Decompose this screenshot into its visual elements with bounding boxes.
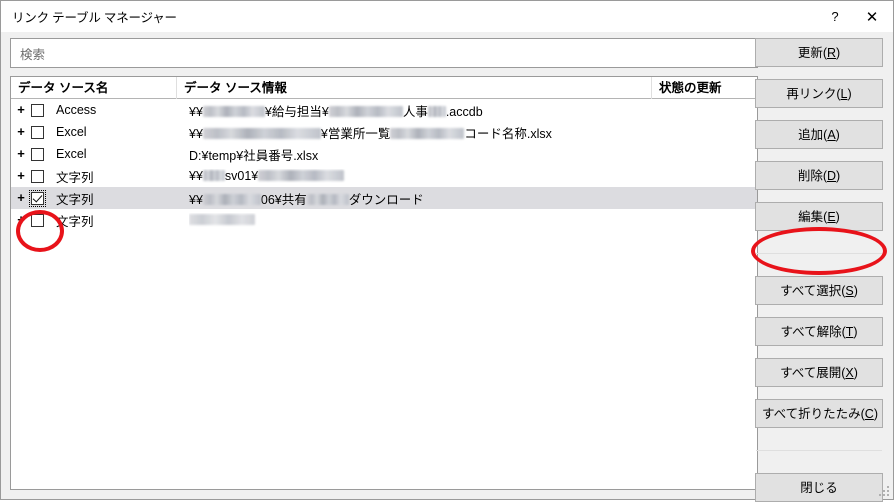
close-icon[interactable]: ✕ bbox=[851, 1, 893, 32]
resize-grip[interactable] bbox=[877, 484, 889, 496]
button-group-separator bbox=[756, 253, 882, 254]
cell-data-source-info: ¥¥ 06¥共有 ダウンロード bbox=[189, 189, 664, 208]
title-bar-buttons: ? ✕ bbox=[819, 1, 893, 32]
refresh-button[interactable]: 更新(R) bbox=[755, 38, 883, 67]
cell-data-source-name: 文字列 bbox=[56, 170, 94, 185]
add-button[interactable]: 追加(A) bbox=[755, 120, 883, 149]
deselect-all-button[interactable]: すべて解除(T) bbox=[755, 317, 883, 346]
row-checkbox[interactable] bbox=[31, 103, 44, 117]
info-text: ¥¥ bbox=[189, 192, 203, 207]
expand-icon[interactable]: + bbox=[11, 121, 31, 143]
expand-icon[interactable]: + bbox=[11, 187, 31, 209]
redacted-text bbox=[427, 105, 446, 117]
redacted-text bbox=[202, 193, 261, 205]
cell-data-source-name: Access bbox=[56, 103, 97, 117]
info-text: D:¥temp¥社員番号.xlsx bbox=[189, 148, 319, 163]
column-header-state[interactable]: 状態の更新 bbox=[651, 77, 757, 99]
info-text: ¥¥ bbox=[189, 126, 203, 141]
redacted-text bbox=[189, 214, 255, 226]
table-row[interactable]: + Excel D:¥temp¥社員番号.xlsx bbox=[11, 143, 757, 165]
close-button[interactable]: 閉じる bbox=[755, 473, 883, 502]
redacted-text bbox=[258, 170, 345, 182]
relink-button[interactable]: 再リンク(L) bbox=[755, 79, 883, 108]
info-text: 06¥共有 bbox=[260, 192, 307, 207]
dialog-body: 検索 データ ソース名 データ ソース情報 状態の更新 + Access ¥¥ ¥給与… bbox=[1, 32, 893, 502]
cell-data-source-info bbox=[189, 213, 664, 227]
redacted-text bbox=[202, 127, 321, 139]
info-text: ¥営業所一覧 bbox=[320, 126, 391, 141]
collapse-all-button[interactable]: すべて折りたたみ(C) bbox=[755, 399, 883, 428]
cell-data-source-info: ¥¥ ¥営業所一覧 コード名称.xlsx bbox=[189, 123, 664, 142]
cell-data-source-name: Excel bbox=[56, 125, 87, 139]
redacted-text bbox=[328, 105, 403, 117]
row-checkbox[interactable] bbox=[31, 125, 44, 139]
table-row[interactable]: + 文字列 bbox=[11, 209, 757, 231]
redacted-text bbox=[390, 127, 465, 139]
info-text: sv01¥ bbox=[224, 169, 259, 183]
info-text: ¥¥ bbox=[189, 169, 203, 183]
cell-data-source-info: D:¥temp¥社員番号.xlsx bbox=[189, 145, 664, 164]
edit-button[interactable]: 編集(E) bbox=[755, 202, 883, 231]
table-row[interactable]: + Excel ¥¥ ¥営業所一覧 コード名称.xlsx bbox=[11, 121, 757, 143]
cell-data-source-name: 文字列 bbox=[56, 192, 94, 207]
row-checkbox[interactable] bbox=[31, 169, 44, 183]
window-title: リンク テーブル マネージャー bbox=[12, 11, 177, 25]
select-all-button[interactable]: すべて選択(S) bbox=[755, 276, 883, 305]
table-row[interactable]: + 文字列 ¥¥ 06¥共有 ダウンロード bbox=[11, 187, 757, 209]
cell-data-source-name: 文字列 bbox=[56, 214, 94, 229]
help-icon[interactable]: ? bbox=[819, 1, 851, 32]
expand-all-button[interactable]: すべて展開(X) bbox=[755, 358, 883, 387]
info-text: 人事 bbox=[402, 104, 428, 119]
info-text: ¥¥ bbox=[189, 104, 203, 119]
button-panel: 更新(R) 再リンク(L) 追加(A) 削除(D) 編集(E) すべて選択(S) すべて解除… bbox=[755, 38, 885, 502]
row-checkbox[interactable] bbox=[31, 147, 44, 161]
column-header-name[interactable]: データ ソース名 bbox=[11, 77, 176, 99]
link-table-manager-dialog: リンク テーブル マネージャー ? ✕ 検索 データ ソース名 データ ソース情… bbox=[0, 0, 894, 502]
expand-icon[interactable]: + bbox=[11, 209, 31, 231]
cell-data-source-name: Excel bbox=[56, 147, 87, 161]
grid-rows: + Access ¥¥ ¥給与担当¥ 人事 .accdb + Excel ¥¥ ¥営業所一覧 コード… bbox=[11, 99, 757, 231]
redacted-text bbox=[202, 170, 225, 182]
redacted-text bbox=[306, 193, 349, 205]
data-source-grid: データ ソース名 データ ソース情報 状態の更新 + Access ¥¥ ¥給与担当¥… bbox=[10, 76, 758, 490]
row-checkbox[interactable] bbox=[29, 189, 46, 207]
expand-icon[interactable]: + bbox=[11, 143, 31, 165]
button-group-separator bbox=[756, 450, 882, 451]
info-text: .accdb bbox=[445, 104, 483, 119]
info-text: ¥給与担当¥ bbox=[264, 104, 329, 119]
column-header-info[interactable]: データ ソース情報 bbox=[176, 77, 651, 99]
info-text: コード名称.xlsx bbox=[464, 126, 552, 141]
table-row[interactable]: + Access ¥¥ ¥給与担当¥ 人事 .accdb bbox=[11, 99, 757, 121]
left-panel: 検索 データ ソース名 データ ソース情報 状態の更新 + Access ¥¥ ¥給与… bbox=[10, 38, 758, 490]
delete-button[interactable]: 削除(D) bbox=[755, 161, 883, 190]
table-row[interactable]: + 文字列 ¥¥ sv01¥ bbox=[11, 165, 757, 187]
redacted-text bbox=[202, 105, 265, 117]
row-checkbox[interactable] bbox=[31, 213, 44, 227]
cell-data-source-info: ¥¥ sv01¥ bbox=[189, 169, 664, 183]
expand-icon[interactable]: + bbox=[11, 99, 31, 121]
info-text: ダウンロード bbox=[348, 192, 424, 207]
title-bar: リンク テーブル マネージャー ? ✕ bbox=[1, 1, 893, 32]
expand-icon[interactable]: + bbox=[11, 165, 31, 187]
grid-header-row: データ ソース名 データ ソース情報 状態の更新 bbox=[11, 77, 757, 99]
search-input[interactable]: 検索 bbox=[10, 38, 758, 68]
cell-data-source-info: ¥¥ ¥給与担当¥ 人事 .accdb bbox=[189, 101, 664, 120]
